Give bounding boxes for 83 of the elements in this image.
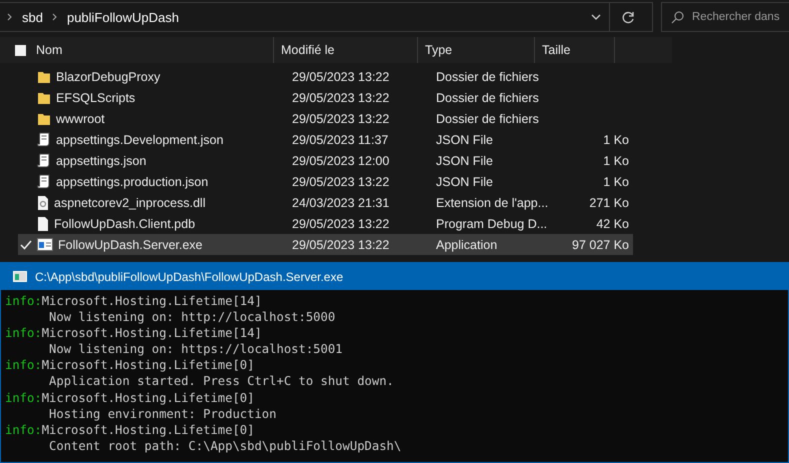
- file-size: 271 Ko: [589, 196, 630, 210]
- column-header[interactable]: Nom: [36, 43, 62, 57]
- file-type: JSON File: [436, 174, 494, 188]
- modified-date: 29/05/2023 13:22: [292, 112, 390, 126]
- file-row[interactable]: FollowUpDash.Client.pdb 29/05/2023 13:22 Program Debug D... 42 Ko: [18, 213, 633, 234]
- script-icon: [37, 153, 51, 168]
- modified-date: 24/03/2023 21:31: [292, 196, 390, 210]
- file-row[interactable]: appsettings.json 29/05/2023 12:00 JSON File 1 Ko: [18, 150, 633, 171]
- log-message: Content root path: C:\App\sbd\publiFollowUpDash\: [48, 438, 402, 454]
- file-type: JSON File: [436, 154, 494, 168]
- chevron-icon: [50, 13, 59, 21]
- file-name: FollowUpDash.Client.pdb: [54, 216, 196, 230]
- file-type: Application: [436, 238, 498, 252]
- file-row[interactable]: aspnetcorev2_inprocess.dll 24/03/2023 21:31 Extension de l'app... 271 Ko: [18, 192, 633, 213]
- log-source: Microsoft.Hosting.Lifetime[0]: [42, 422, 254, 438]
- file-name: FollowUpDash.Server.exe: [58, 238, 203, 252]
- log-source: Microsoft.Hosting.Lifetime[14]: [42, 293, 262, 310]
- dropdown-icon[interactable]: [591, 14, 601, 20]
- file-name: appsettings.production.json: [56, 174, 208, 188]
- log-level: info:: [5, 422, 42, 438]
- file-size: 97 027 Ko: [572, 238, 630, 252]
- file-name: EFSQLScripts: [56, 90, 136, 104]
- select-all-checkbox[interactable]: [15, 44, 26, 56]
- file-row[interactable]: FollowUpDash.Server.exe 29/05/2023 13:22 Application 97 027 Ko: [18, 234, 633, 255]
- file-row[interactable]: appsettings.Development.json 29/05/2023 11:37 JSON File 1 Ko: [18, 129, 633, 150]
- file-name: appsettings.Development.json: [56, 132, 224, 146]
- application-icon: [37, 238, 53, 251]
- modified-date: 29/05/2023 11:37: [292, 132, 390, 146]
- file-name: wwwroot: [56, 112, 105, 126]
- log-message: Application started. Press Ctrl+C to shut down.: [48, 373, 394, 390]
- script-icon: [37, 174, 51, 189]
- modified-date: 29/05/2023 13:22: [292, 216, 390, 230]
- console-icon: [13, 271, 27, 282]
- modified-date: 29/05/2023 13:22: [292, 174, 390, 188]
- file-type: Dossier de fichiers: [436, 112, 540, 126]
- log-message: Hosting environment: Production: [48, 406, 276, 422]
- file-name: appsettings.json: [56, 154, 146, 168]
- settings-file-icon: [37, 196, 49, 210]
- file-row[interactable]: EFSQLScripts 29/05/2023 13:22 Dossier de fichiers: [18, 87, 633, 108]
- file-size: 42 Ko: [596, 216, 630, 230]
- column-header[interactable]: Taille: [542, 43, 570, 57]
- file-name: BlazorDebugProxy: [56, 70, 160, 84]
- modified-date: 29/05/2023 13:22: [292, 90, 390, 104]
- refresh-icon[interactable]: [622, 10, 634, 24]
- file-row[interactable]: BlazorDebugProxy 29/05/2023 13:22 Dossier de fichiers: [18, 66, 633, 87]
- log-level: info:: [5, 390, 42, 406]
- breadcrumb-item[interactable]: sbd: [22, 10, 43, 24]
- log-source: Microsoft.Hosting.Lifetime[0]: [42, 390, 254, 406]
- script-icon: [37, 132, 51, 147]
- file-type: Dossier de fichiers: [436, 70, 540, 84]
- chevron-icon: [6, 13, 14, 21]
- file-type: Dossier de fichiers: [436, 90, 540, 104]
- window-title: C:\App\sbd\publiFollowUpDash\FollowUpDash.Server.exe: [35, 270, 344, 284]
- address-bar[interactable]: sbd publiFollowUpDash: [0, 2, 653, 32]
- file-type: Extension de l'app...: [436, 196, 550, 210]
- file-size: 1 Ko: [603, 132, 630, 146]
- search-icon: [671, 11, 684, 24]
- column-header[interactable]: Modifié le: [281, 43, 334, 57]
- column-header[interactable]: Type: [425, 43, 452, 57]
- file-row[interactable]: appsettings.production.json 29/05/2023 13:22 JSON File 1 Ko: [18, 171, 633, 192]
- file-size: 1 Ko: [603, 154, 630, 168]
- folder-icon: [37, 112, 51, 126]
- log-level: info:: [5, 293, 42, 310]
- log-message: Now listening on: http://localhost:5000: [48, 309, 336, 326]
- file-type: Program Debug D...: [436, 216, 548, 230]
- file-size: 1 Ko: [603, 174, 630, 188]
- breadcrumb-item[interactable]: publiFollowUpDash: [66, 10, 179, 24]
- modified-date: 29/05/2023 13:22: [292, 70, 390, 84]
- log-source: Microsoft.Hosting.Lifetime[14]: [42, 325, 262, 342]
- folder-icon: [37, 90, 51, 104]
- log-level: info:: [5, 357, 42, 374]
- search-field[interactable]: Rechercher dans: [661, 2, 789, 32]
- file-name: aspnetcorev2_inprocess.dll: [54, 196, 206, 210]
- file-icon: [37, 216, 49, 230]
- log-level: info:: [5, 325, 42, 342]
- file-row[interactable]: wwwroot 29/05/2023 13:22 Dossier de fichiers: [18, 108, 633, 129]
- modified-date: 29/05/2023 13:22: [292, 238, 390, 252]
- folder-icon: [37, 70, 51, 84]
- log-source: Microsoft.Hosting.Lifetime[0]: [42, 357, 254, 374]
- log-message: Now listening on: https://localhost:5001: [48, 341, 343, 358]
- file-type: JSON File: [436, 132, 494, 146]
- checkmark-icon[interactable]: [20, 240, 32, 250]
- modified-date: 29/05/2023 12:00: [292, 154, 390, 168]
